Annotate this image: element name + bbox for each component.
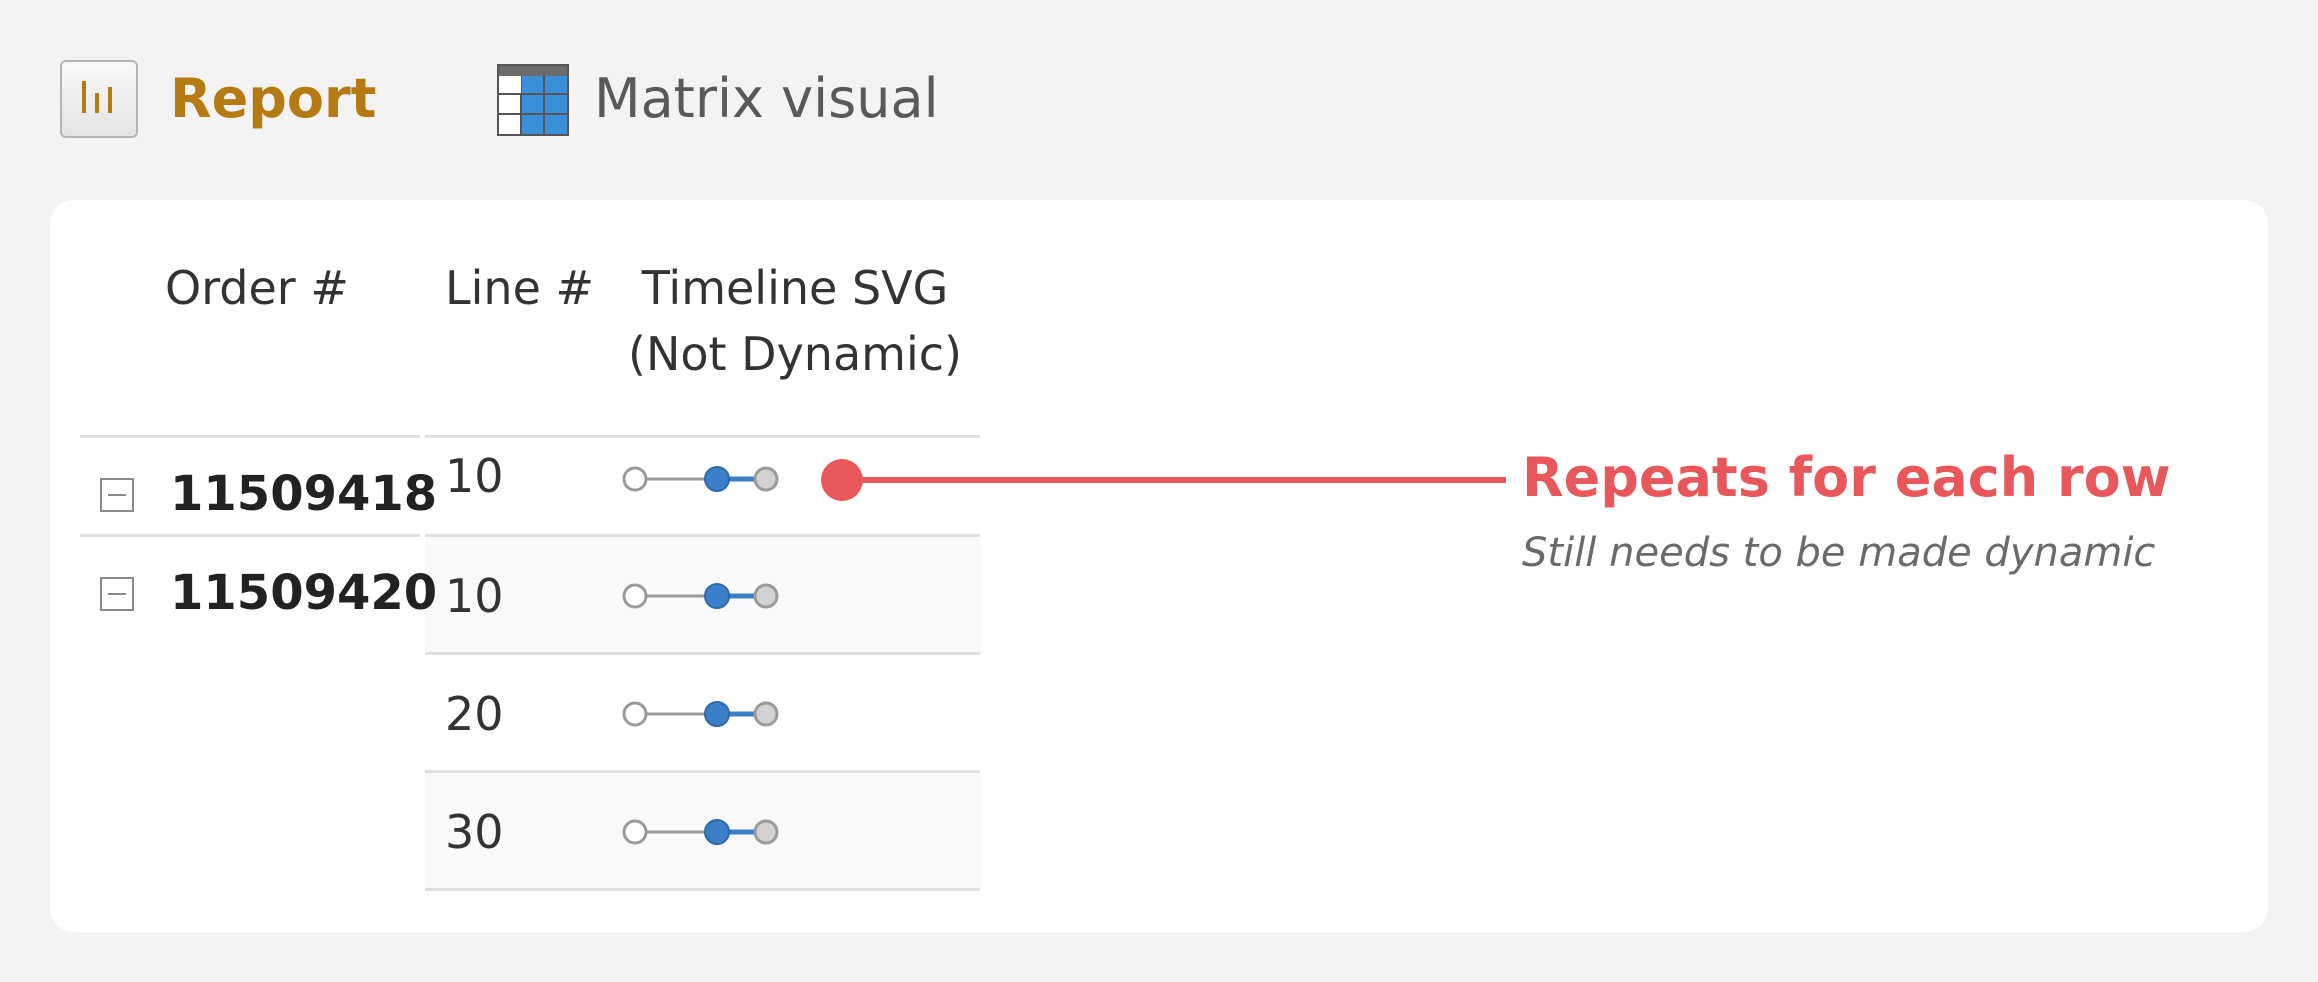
- matrix-visual-icon: [497, 64, 569, 136]
- line-number: 10: [445, 569, 504, 623]
- callout-connector: [821, 459, 1506, 501]
- column-header-timeline-line1: Timeline SVG: [641, 261, 949, 315]
- order-number: 11509418: [170, 466, 438, 522]
- row-divider: [425, 652, 980, 655]
- callout-subtitle: Still needs to be made dynamic: [1522, 530, 2156, 576]
- column-header-line[interactable]: Line #: [445, 255, 594, 321]
- matrix-visual-label: Matrix visual: [594, 67, 939, 130]
- column-header-order[interactable]: Order #: [165, 255, 349, 321]
- header-divider-order: [80, 435, 420, 438]
- order-number: 11509420: [170, 565, 438, 621]
- report-icon[interactable]: [60, 60, 138, 138]
- header-divider: [425, 435, 980, 438]
- row-divider-order: [80, 534, 420, 537]
- line-number: 20: [445, 687, 504, 741]
- column-header-timeline-line2: (Not Dynamic): [628, 327, 962, 381]
- timeline-svg: [622, 583, 779, 609]
- callout-title: Repeats for each row: [1522, 446, 2171, 509]
- row-divider: [425, 534, 980, 537]
- collapse-icon[interactable]: [100, 577, 134, 611]
- timeline-svg: [622, 466, 779, 492]
- collapse-icon[interactable]: [100, 478, 134, 512]
- timeline-svg: [622, 701, 779, 727]
- row-divider: [425, 888, 980, 891]
- line-number: 10: [445, 449, 504, 503]
- report-label[interactable]: Report: [170, 62, 376, 136]
- row-divider: [425, 770, 980, 773]
- line-number: 30: [445, 805, 504, 859]
- timeline-svg: [622, 819, 779, 845]
- column-header-timeline[interactable]: Timeline SVG (Not Dynamic): [620, 255, 970, 387]
